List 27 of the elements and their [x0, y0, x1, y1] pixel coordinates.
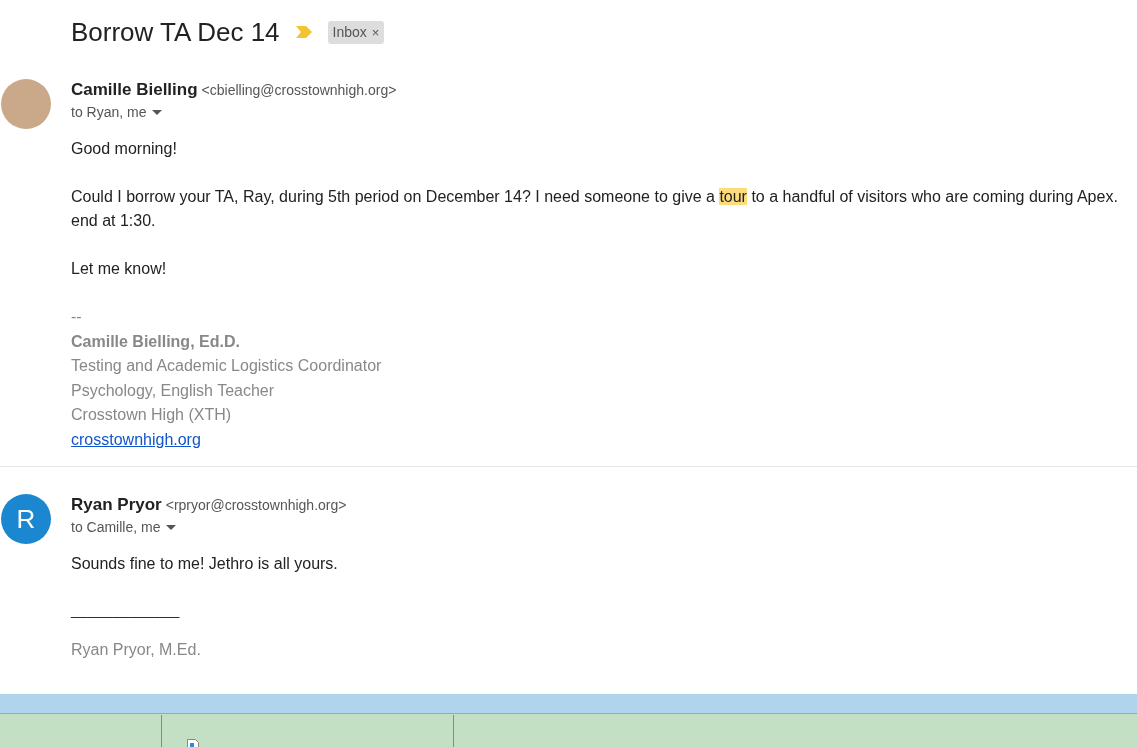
importance-marker-icon[interactable] — [295, 26, 312, 38]
document-icon[interactable] — [187, 739, 199, 747]
sender-email: <cbielling@crosstownhigh.org> — [201, 81, 397, 100]
email-subject: Borrow TA Dec 14 — [71, 15, 280, 49]
sender-email: <rpryor@crosstownhigh.org> — [165, 496, 347, 515]
message-paragraph: Let me know! — [71, 259, 168, 279]
avatar-photo-placeholder — [1, 79, 51, 129]
label-text: Inbox — [332, 22, 367, 42]
avatar: R — [1, 494, 51, 544]
dropdown-caret-icon[interactable] — [166, 524, 177, 530]
sender-name: Camille Bielling — [71, 79, 198, 101]
signature-rule: _____________ — [71, 600, 181, 620]
signature-line: Testing and Academic Logistics Coordinator — [71, 356, 383, 376]
dropdown-caret-icon[interactable] — [152, 109, 163, 115]
signature-line: -- — [71, 307, 83, 327]
recipients-text: to Ryan, me — [71, 102, 147, 122]
sender-name: Ryan Pryor — [71, 494, 162, 516]
signature-line: Crosstown High (XTH) — [71, 405, 233, 425]
message-paragraph: Good morning! — [71, 139, 178, 159]
signature-name: Camille Bielling, Ed.D. — [71, 331, 241, 352]
remove-label-button[interactable]: × — [371, 25, 380, 39]
signature-line: Psychology, English Teacher — [71, 380, 276, 401]
website-link[interactable]: crosstownhigh.org — [71, 430, 201, 448]
signature-line: Ryan Pryor, M.Ed. — [71, 640, 202, 660]
message-paragraph: Could I borrow your TA, Ray, during 5th period on December 14? I need someone to give a tour to a handful of visitors who are coming during Apex. end at 1:30. — [71, 187, 1118, 231]
recipients-text: to Camille, me — [71, 517, 161, 537]
message-paragraph: Sounds fine to me! Jethro is all yours. — [71, 554, 339, 574]
